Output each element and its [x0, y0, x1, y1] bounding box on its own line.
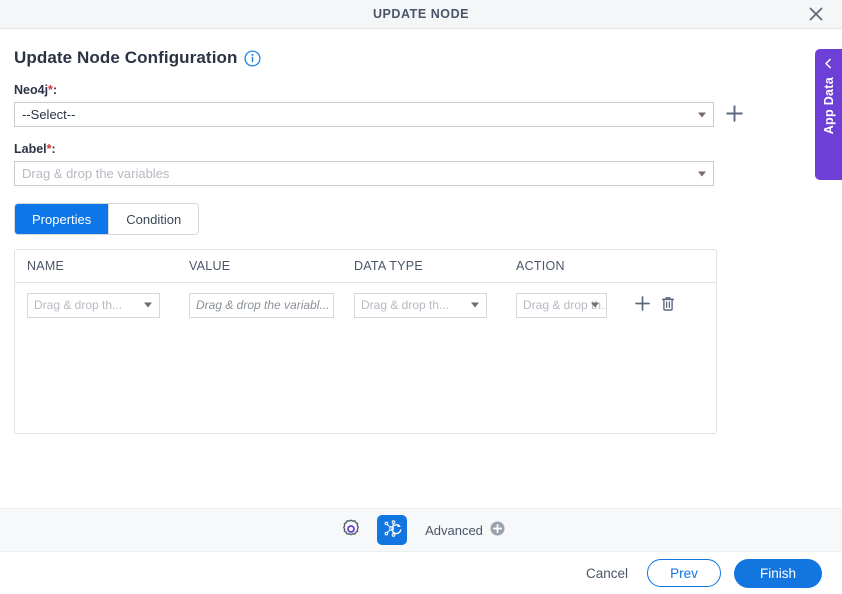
- row-action-buttons: [634, 295, 676, 315]
- tab-condition-label: Condition: [126, 211, 182, 227]
- cell-action: Drag & drop th...: [516, 292, 676, 318]
- neo4j-label-text: Neo4j: [14, 83, 49, 97]
- neo4j-select-value: --Select--: [22, 107, 76, 122]
- tab-properties[interactable]: Properties: [15, 204, 110, 234]
- value-input[interactable]: Drag & drop the variabl...: [189, 292, 334, 318]
- cancel-button-label: Cancel: [585, 565, 628, 581]
- table-header-row: NAME VALUE DATA TYPE ACTION: [15, 250, 716, 283]
- chevron-down-icon: [144, 302, 152, 308]
- name-select-placeholder: Drag & drop th...: [34, 298, 123, 312]
- plus-circle-icon: [490, 521, 505, 539]
- cell-name: Drag & drop th...: [27, 292, 189, 318]
- action-select[interactable]: Drag & drop th...: [516, 292, 607, 318]
- advanced-label: Advanced: [425, 522, 483, 538]
- add-neo4j-button[interactable]: [723, 104, 745, 126]
- chevron-down-icon: [591, 302, 599, 308]
- neo4j-field-row: --Select--: [14, 102, 828, 127]
- gear-icon: [340, 518, 362, 543]
- neo4j-field-label: Neo4j*:: [14, 83, 828, 97]
- chevron-down-icon: [698, 112, 706, 117]
- label-select-placeholder: Drag & drop the variables: [22, 166, 170, 181]
- finish-button-label: Finish: [759, 565, 796, 581]
- app-data-tab-label: App Data: [821, 77, 836, 135]
- add-row-button[interactable]: [634, 295, 651, 315]
- label-label-colon: :: [51, 142, 56, 156]
- tab-condition[interactable]: Condition: [109, 204, 199, 234]
- plus-icon: [634, 295, 651, 315]
- name-select[interactable]: Drag & drop th...: [27, 292, 160, 318]
- data-type-select-placeholder: Drag & drop th...: [361, 298, 450, 312]
- page-title-row: Update Node Configuration: [14, 48, 828, 68]
- plus-icon: [725, 104, 744, 126]
- page-title: Update Node Configuration: [14, 48, 238, 67]
- neo4j-select[interactable]: --Select--: [14, 102, 714, 127]
- column-header-action: ACTION: [516, 259, 565, 273]
- table-row: Drag & drop th... Drag & drop the variab…: [15, 283, 716, 327]
- window-title-bar: UPDATE NODE: [0, 0, 842, 29]
- app-data-tab[interactable]: App Data: [815, 49, 842, 180]
- tab-properties-label: Properties: [32, 211, 92, 227]
- trash-icon: [660, 295, 676, 315]
- label-field-label: Label*:: [14, 142, 828, 156]
- prev-button[interactable]: Prev: [647, 559, 721, 587]
- chevron-down-icon: [471, 302, 479, 308]
- value-input-placeholder: Drag & drop the variabl...: [196, 298, 330, 312]
- window-title: UPDATE NODE: [372, 7, 470, 21]
- advanced-button[interactable]: Advanced: [425, 521, 505, 539]
- neo4j-label-colon: :: [52, 83, 58, 97]
- info-icon[interactable]: [244, 49, 262, 67]
- dialog-body: Update Node Configuration Neo4j*: --Sele…: [0, 48, 842, 434]
- data-type-select[interactable]: Drag & drop th...: [354, 292, 487, 318]
- close-button[interactable]: [800, 0, 832, 28]
- column-header-data-type: DATA TYPE: [354, 259, 423, 273]
- chevron-left-icon: [823, 58, 834, 69]
- settings-button[interactable]: [337, 516, 365, 544]
- label-select[interactable]: Drag & drop the variables: [14, 161, 714, 186]
- cell-value: Drag & drop the variabl...: [189, 292, 354, 318]
- node-refresh-icon: [382, 518, 403, 542]
- cell-data-type: Drag & drop th...: [354, 292, 516, 318]
- close-icon: [809, 7, 823, 21]
- chevron-down-icon: [698, 171, 706, 176]
- column-header-value: VALUE: [189, 259, 231, 273]
- label-field-row: Drag & drop the variables: [14, 161, 828, 186]
- finish-button[interactable]: Finish: [734, 558, 822, 588]
- dialog-footer: Cancel Prev Finish: [0, 552, 842, 594]
- cancel-button[interactable]: Cancel: [580, 562, 634, 585]
- delete-row-button[interactable]: [660, 295, 676, 315]
- column-header-name: NAME: [27, 259, 65, 273]
- label-label-text: Label: [14, 142, 47, 156]
- bottom-toolbar: Advanced: [0, 508, 842, 552]
- prev-button-label: Prev: [670, 565, 698, 581]
- properties-table: NAME VALUE DATA TYPE ACTION Drag & drop …: [14, 249, 717, 434]
- node-view-button[interactable]: [377, 515, 408, 545]
- config-tabs: Properties Condition: [14, 203, 200, 235]
